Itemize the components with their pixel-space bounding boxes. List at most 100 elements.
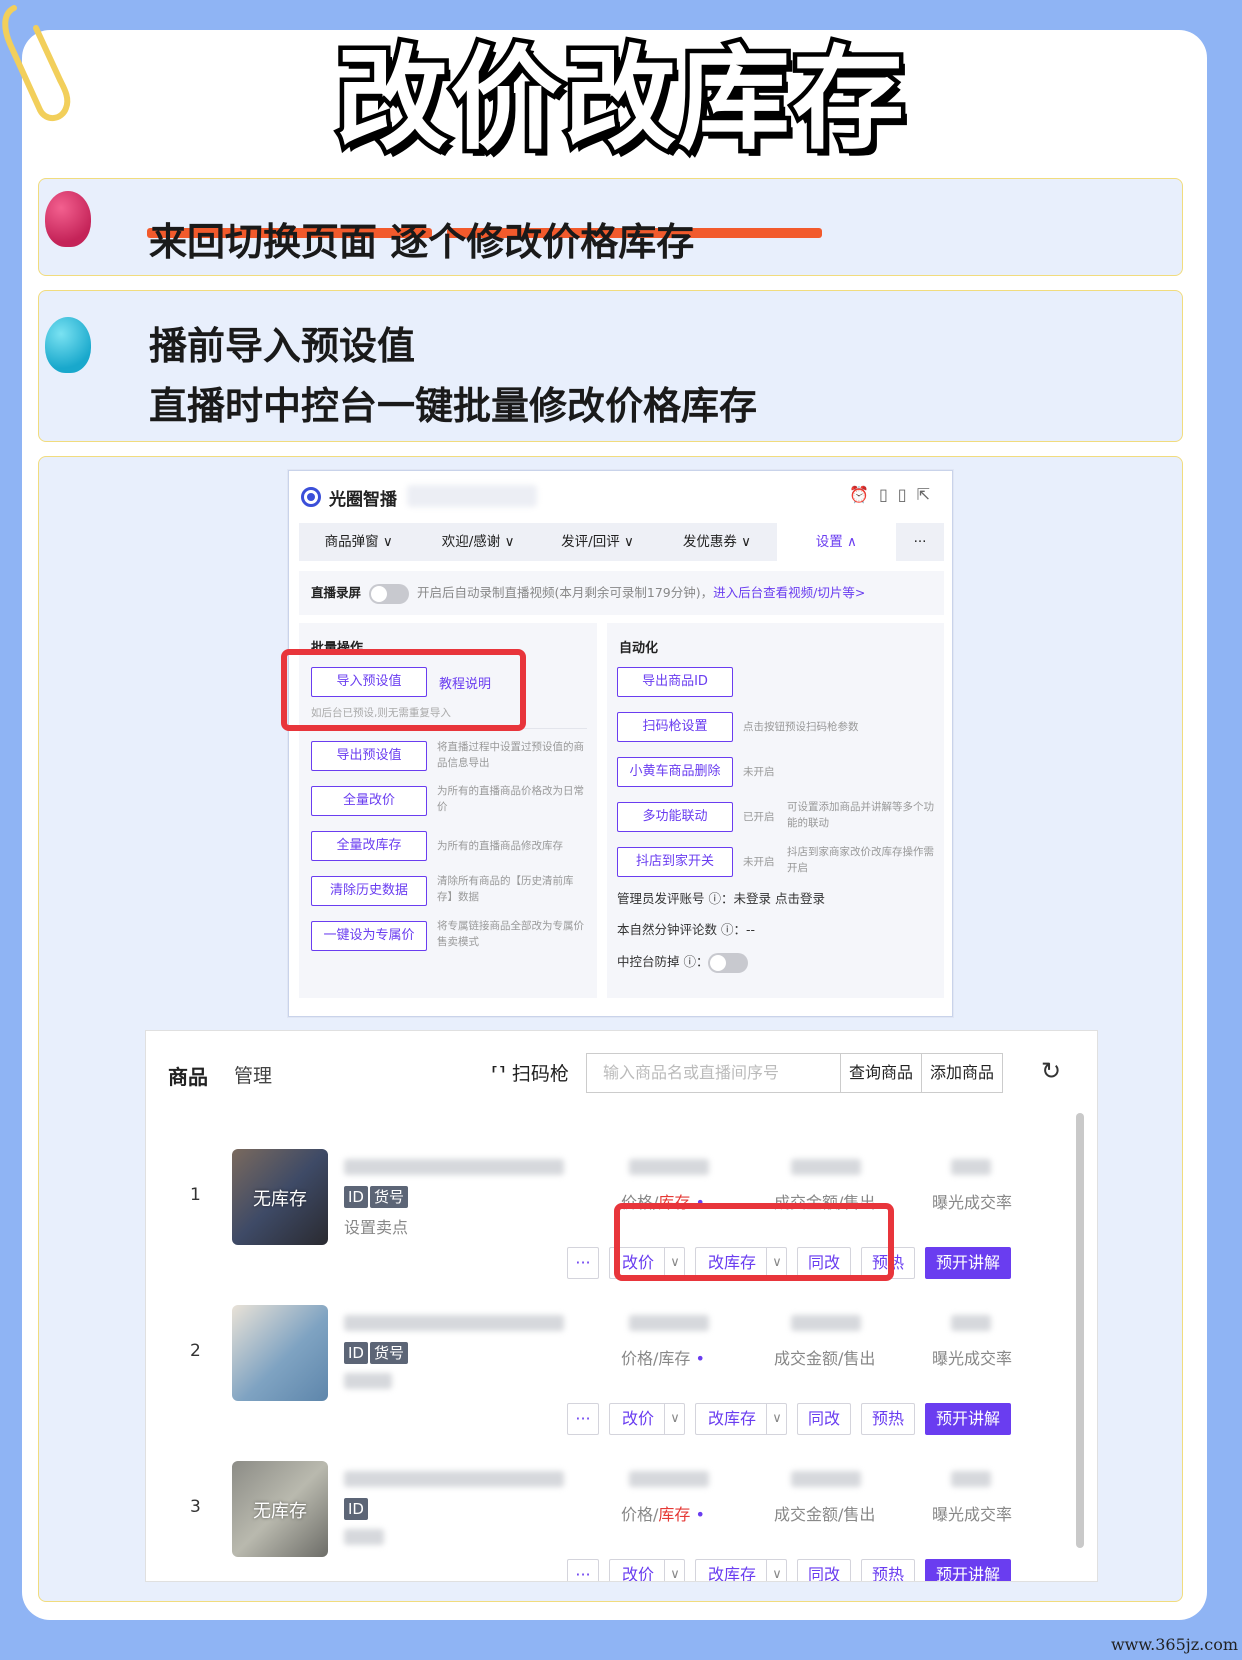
tab-manage[interactable]: 管理 bbox=[234, 1061, 272, 1088]
product-list-window: 商品 管理 ⸢⸣ 扫码枪 输入商品名或直播间序号 查询商品 添加商品 ↻ 1 无… bbox=[145, 1030, 1098, 1582]
watermark: www.365jz.com bbox=[1110, 1635, 1238, 1654]
change-stock-button[interactable]: 改库存 ∨ bbox=[695, 1559, 787, 1582]
multi-linkage-status: 已开启 bbox=[743, 811, 775, 823]
exclusive-price-button[interactable]: 一键设为专属价 bbox=[311, 921, 427, 951]
store-home-button[interactable]: 抖店到家开关 bbox=[617, 847, 733, 877]
highlight-price-stock bbox=[614, 1203, 894, 1281]
add-product-button[interactable]: 添加商品 bbox=[921, 1053, 1003, 1093]
change-price-button[interactable]: 改价 ∨ bbox=[609, 1403, 685, 1435]
sync-change-button[interactable]: 同改 bbox=[797, 1403, 851, 1435]
product-thumbnail bbox=[232, 1305, 328, 1401]
tab-welcome[interactable]: 欢迎/感谢 ∨ bbox=[418, 523, 537, 561]
highlight-import bbox=[281, 649, 526, 731]
tab-more[interactable]: ··· bbox=[896, 523, 944, 561]
change-stock-button[interactable]: 改库存 ∨ bbox=[695, 1403, 787, 1435]
record-link[interactable]: 进入后台查看视频/切片等> bbox=[713, 585, 865, 600]
thumb-label: 无库存 bbox=[253, 1501, 307, 1522]
anti-drop-toggle[interactable] bbox=[708, 952, 749, 973]
product-thumbnail: 无库存 bbox=[232, 1461, 328, 1557]
row-index: 1 bbox=[190, 1185, 201, 1205]
change-stock-label: 改库存 bbox=[708, 1565, 757, 1582]
console-header: 光圈智播 ⏰▯▯⇱ bbox=[289, 471, 952, 523]
chevron-down-icon[interactable]: ∨ bbox=[767, 1404, 787, 1434]
blurred-title bbox=[344, 1471, 564, 1487]
preheat-button[interactable]: 预热 bbox=[861, 1403, 915, 1435]
more-button[interactable]: ··· bbox=[567, 1559, 599, 1581]
scrollbar[interactable] bbox=[1076, 1113, 1084, 1548]
scanner-label: 扫码枪 bbox=[511, 1063, 569, 1085]
row-index: 3 bbox=[190, 1497, 201, 1517]
record-row: 直播录屏 开启后自动录制直播视频(本月剩余可录制179分钟)，进入后台查看视频/切… bbox=[299, 571, 944, 615]
console-tabs: 商品弹窗 ∨ 欢迎/感谢 ∨ 发评/回评 ∨ 发优惠券 ∨ 设置 ∧ ··· bbox=[299, 523, 944, 561]
stock-label: 库存 bbox=[658, 1505, 691, 1524]
export-preset-button[interactable]: 导出预设值 bbox=[311, 741, 427, 771]
record-toggle[interactable] bbox=[369, 583, 410, 604]
admin-account[interactable]: 管理员发评账号 ⓘ：未登录 点击登录 bbox=[617, 888, 825, 907]
chevron-down-icon[interactable]: ∨ bbox=[767, 1560, 787, 1581]
row-index: 2 bbox=[190, 1341, 201, 1361]
scanner-button[interactable]: ⸢⸣ 扫码枪 bbox=[491, 1059, 569, 1086]
pain-point-text: 来回切换页面 逐个修改价格库存 bbox=[149, 220, 695, 264]
chevron-down-icon[interactable]: ∨ bbox=[665, 1560, 685, 1581]
pre-explain-button[interactable]: 预开讲解 bbox=[925, 1403, 1011, 1435]
rate-label: 曝光成交率 bbox=[932, 1349, 1013, 1368]
id-tag: ID bbox=[344, 1186, 368, 1208]
cart-delete-status: 未开启 bbox=[743, 766, 775, 778]
batch-stock-desc: 为所有的直播商品修改库存 bbox=[437, 840, 563, 852]
blurred-rate bbox=[951, 1471, 991, 1487]
thumb-label: 无库存 bbox=[253, 1189, 307, 1210]
more-button[interactable]: ··· bbox=[567, 1247, 599, 1279]
batch-stock-button[interactable]: 全量改库存 bbox=[311, 831, 427, 861]
product-row: 3 无库存 ID 价格/库存 • 成交金额/售出 曝光成交率 ··· 改价 ∨ 改… bbox=[146, 1441, 1076, 1582]
blue-pin-icon bbox=[45, 317, 91, 373]
natural-comments: 本自然分钟评论数 ⓘ：-- bbox=[617, 922, 755, 937]
refresh-icon[interactable]: ↻ bbox=[1041, 1057, 1061, 1085]
blurred-amount bbox=[791, 1159, 861, 1175]
cart-delete-button[interactable]: 小黄车商品删除 bbox=[617, 757, 733, 787]
tab-comments[interactable]: 发评/回评 ∨ bbox=[538, 523, 657, 561]
pre-explain-button[interactable]: 预开讲解 bbox=[925, 1247, 1011, 1279]
scanner-settings-button[interactable]: 扫码枪设置 bbox=[617, 712, 733, 742]
blurred-amount bbox=[791, 1471, 861, 1487]
blurred-rate bbox=[951, 1159, 991, 1175]
query-button[interactable]: 查询商品 bbox=[840, 1053, 922, 1093]
rate-label: 曝光成交率 bbox=[932, 1505, 1013, 1524]
chevron-down-icon[interactable]: ∨ bbox=[665, 1404, 685, 1434]
solution-line-2: 直播时中控台一键批量修改价格库存 bbox=[149, 384, 758, 428]
automation-panel: 自动化 导出商品ID 扫码枪设置 点击按钮预设扫码枪参数 小黄车商品删除 未开启… bbox=[607, 623, 944, 998]
change-price-button[interactable]: 改价 ∨ bbox=[609, 1559, 685, 1582]
sync-change-button[interactable]: 同改 bbox=[797, 1559, 851, 1581]
tab-coupons[interactable]: 发优惠券 ∨ bbox=[657, 523, 776, 561]
record-label: 直播录屏 bbox=[311, 585, 362, 600]
multi-linkage-button[interactable]: 多功能联动 bbox=[617, 802, 733, 832]
id-tag: ID bbox=[344, 1498, 368, 1520]
product-row: 1 无库存 ID 货号 设置卖点 价格/库存 • 成交金额/售出 曝光成交率 ·… bbox=[146, 1129, 1076, 1289]
more-button[interactable]: ··· bbox=[567, 1403, 599, 1435]
tab-product-popup[interactable]: 商品弹窗 ∨ bbox=[299, 523, 418, 561]
blurred-rate bbox=[951, 1315, 991, 1331]
product-thumbnail: 无库存 bbox=[232, 1149, 328, 1245]
console-window: 光圈智播 ⏰▯▯⇱ 商品弹窗 ∨ 欢迎/感谢 ∨ 发评/回评 ∨ 发优惠券 ∨ … bbox=[281, 470, 953, 1017]
pre-explain-button[interactable]: 预开讲解 bbox=[925, 1559, 1011, 1581]
status-dot: • bbox=[695, 1505, 705, 1524]
tab-products[interactable]: 商品 bbox=[168, 1061, 208, 1090]
batch-price-button[interactable]: 全量改价 bbox=[311, 786, 427, 816]
sell-point[interactable]: 设置卖点 bbox=[344, 1214, 408, 1238]
change-price-label: 改价 bbox=[622, 1565, 655, 1582]
product-row: 2 ID 货号 价格/库存 • 成交金额/售出 曝光成交率 ··· 改价 ∨ 改库… bbox=[146, 1285, 1076, 1445]
blurred-price bbox=[629, 1315, 709, 1331]
clear-history-button[interactable]: 清除历史数据 bbox=[311, 876, 427, 906]
amount-label: 成交金额/售出 bbox=[774, 1505, 876, 1524]
blurred-title bbox=[344, 1159, 564, 1175]
preheat-button[interactable]: 预热 bbox=[861, 1559, 915, 1581]
store-home-status: 未开启 bbox=[743, 856, 775, 868]
search-input[interactable]: 输入商品名或直播间序号 bbox=[586, 1053, 841, 1093]
anti-drop-label: 中控台防掉 ⓘ： bbox=[617, 954, 709, 969]
export-id-button[interactable]: 导出商品ID bbox=[617, 667, 733, 697]
blurred-price bbox=[629, 1471, 709, 1487]
blurred-sell-point bbox=[344, 1529, 384, 1545]
clear-history-desc: 清除所有商品的【历史清前库存】数据 bbox=[437, 875, 574, 903]
tab-settings[interactable]: 设置 ∧ bbox=[776, 523, 897, 561]
window-icons[interactable]: ⏰▯▯⇱ bbox=[849, 485, 940, 504]
pain-point-box: 来回切换页面 逐个修改价格库存 bbox=[38, 178, 1183, 276]
